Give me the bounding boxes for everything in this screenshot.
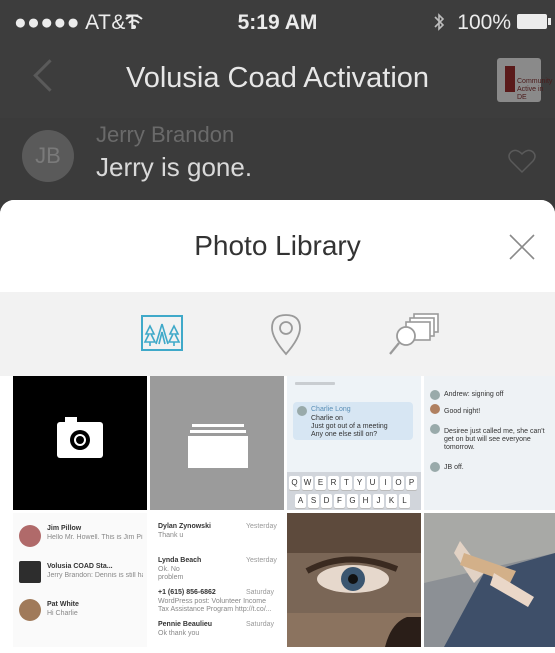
nav-bar: Volusia Coad Activation Community Active… (0, 46, 555, 119)
sender-name: Jerry Brandon (96, 122, 235, 147)
key: P (406, 476, 417, 490)
group-title: Volusia Coad Activation (125, 62, 430, 94)
status-bar: ●●●●● AT&T 5:19 AM 100% (0, 0, 555, 46)
key: K (386, 494, 397, 508)
thumb-text: Yesterday (246, 557, 277, 564)
avatar (430, 462, 440, 472)
albums-tile[interactable] (150, 376, 284, 510)
thumb-text: Good night! (444, 408, 481, 415)
battery-label: 100% (457, 11, 511, 34)
avatar (19, 561, 41, 583)
photo-grid: Charlie Long Charlie on Just got out of … (13, 376, 555, 653)
key: W (302, 476, 313, 490)
thumb-text: Volusia COAD Sta... (47, 563, 113, 570)
key: G (347, 494, 358, 508)
group-logo[interactable]: Community Active in DE (497, 58, 552, 102)
bluetooth-icon (433, 12, 445, 38)
key: R (328, 476, 339, 490)
key: Y (354, 476, 365, 490)
thumb-text: Yesterday (246, 523, 277, 530)
thumb-text: Charlie Long (311, 406, 351, 413)
photo-thumbnail[interactable]: Jim Pillow Hello Mr. Howell. This is Jim… (13, 513, 147, 647)
key: Q (289, 476, 300, 490)
thumb-text: Saturday (246, 589, 275, 596)
key: A (295, 494, 306, 508)
albums-icon (188, 424, 248, 468)
avatar (430, 424, 440, 434)
thumb-text: Jerry Brandon: Dennis is still having a … (47, 572, 143, 579)
avatar (430, 390, 440, 400)
tab-places[interactable] (262, 310, 310, 358)
thumb-text: Hello Mr. Howell. This is Jim Pillow a N… (47, 534, 143, 541)
thumb-text: WordPress post: Volunteer Income Tax Ass… (158, 598, 272, 613)
forest-icon (141, 315, 183, 351)
photo-library-sheet: Photo Library Charlie Long Charlie on Ju… (0, 200, 555, 653)
camera-icon (57, 417, 103, 458)
feet-photo (424, 513, 555, 647)
avatar (19, 525, 41, 547)
thumb-text: Thank u (158, 532, 184, 539)
key: I (380, 476, 391, 490)
thumb-text: Desiree just called me, she can't get on… (444, 428, 545, 451)
thumb-text: Pat White (47, 601, 79, 608)
key: D (321, 494, 332, 508)
source-tab-bar (0, 292, 555, 376)
thumb-text: Charlie on (311, 415, 343, 422)
thumb-text: Saturday (246, 621, 275, 628)
thumb-text: Ok thank you (158, 630, 200, 637)
thumb-text: Dylan Zynowski (158, 523, 211, 530)
thumb-text: Jim Pillow (47, 525, 82, 532)
photo-thumbnail[interactable] (287, 513, 421, 647)
sheet-header: Photo Library (0, 200, 555, 292)
thumb-text: +1 (615) 856-6862 (158, 589, 216, 596)
key: J (373, 494, 384, 508)
search-photos-icon (389, 313, 439, 355)
key: U (367, 476, 378, 490)
avatar (297, 406, 307, 416)
message-text: Jerry is gone. (96, 152, 253, 182)
avatar[interactable]: JB (22, 130, 74, 182)
heart-icon[interactable] (507, 146, 537, 176)
logo-mark (505, 66, 515, 92)
key: E (315, 476, 326, 490)
photo-thumbnail[interactable]: Dylan Zynowski Yesterday Thank u Lynda B… (150, 513, 284, 647)
text-line (295, 382, 335, 385)
key: F (334, 494, 345, 508)
thumb-text: Just got out of a meeting (311, 423, 388, 430)
camera-tile[interactable] (13, 376, 147, 510)
thumb-text: Pennie Beaulieu (158, 621, 213, 628)
chat-message: JB Jerry Brandon Jerry is gone. (0, 118, 555, 200)
tab-search[interactable] (388, 310, 439, 358)
close-icon[interactable] (507, 232, 537, 262)
battery-icon (517, 14, 551, 29)
thumb-text: Lynda Beach (158, 557, 202, 564)
thumb-text: Hi Charlie (47, 610, 78, 617)
keyboard: Q W E R T Y U I O P A S D F G H J K L (287, 472, 421, 510)
avatar (430, 404, 440, 414)
eye-photo (287, 513, 421, 647)
key: O (393, 476, 404, 490)
thumb-text: Andrew: signing off (444, 391, 504, 398)
key: L (399, 494, 410, 508)
thumb-text: Any one else still on? (311, 431, 378, 438)
key: S (308, 494, 319, 508)
photo-thumbnail[interactable] (424, 513, 555, 647)
photo-thumbnail[interactable]: Andrew: signing off Good night! Desiree … (424, 376, 555, 510)
tab-library[interactable] (138, 310, 186, 358)
sheet-title: Photo Library (194, 230, 361, 261)
key: T (341, 476, 352, 490)
avatar (19, 599, 41, 621)
key: H (360, 494, 371, 508)
thumb-text: Ok. No problem (158, 566, 184, 581)
photo-thumbnail[interactable]: Charlie Long Charlie on Just got out of … (287, 376, 421, 510)
thumb-text: JB off. (444, 464, 464, 471)
logo-text: Community Active in DE (517, 78, 553, 101)
location-pin-icon (271, 314, 301, 356)
